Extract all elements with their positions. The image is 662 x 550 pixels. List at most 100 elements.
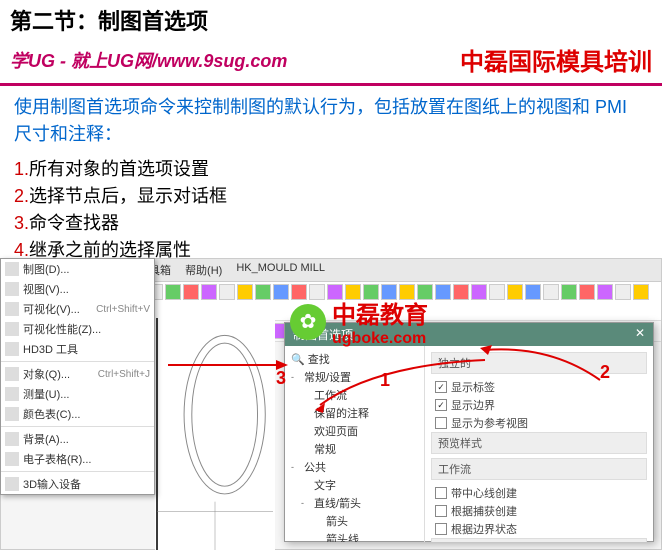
dialog-content: 独立的✓显示标签✓显示边界显示为参考视图预览样式工作流带中心线创建根据捕获创建根… [425,346,653,542]
menu-separator [1,361,154,362]
toolbar-icon[interactable] [489,284,505,300]
vis-icon [5,302,19,316]
toolbar-icon[interactable] [165,284,181,300]
toolbar-icon[interactable] [597,284,613,300]
checkbox[interactable] [435,417,447,429]
hd3d-icon [5,342,19,356]
brand-text: 中磊国际模具培训 [460,42,652,77]
checkbox-label: 显示边界 [451,397,495,413]
watermark-cn: 中磊教育 [332,295,428,330]
tree-item[interactable]: 欢迎页面 [289,422,420,440]
checkbox-label: 根据边界状态 [451,521,517,537]
toolbar-icon[interactable] [237,284,253,300]
checkbox-row[interactable]: 显示为参考视图 [431,414,647,432]
toolbar-icon[interactable] [561,284,577,300]
context-menu: 制图(D)...视图(V)...可视化(V)...Ctrl+Shift+V可视化… [0,258,155,495]
tree-item[interactable]: -常规/设置 [289,368,420,386]
tree-item[interactable]: 保留的注释 [289,404,420,422]
checkbox-row[interactable]: ✓ 显示边界 [431,396,647,414]
view-icon [5,282,19,296]
tree-label: 常规/设置 [304,369,351,385]
menu-item[interactable]: 制图(D)... [1,259,154,279]
checkbox-row[interactable]: ✓ 显示标签 [431,378,647,396]
page-header: 第二节：制图首选项 [0,0,662,40]
tree-label: 箭头线 [326,531,359,542]
toolbar-icon[interactable] [273,284,289,300]
input-icon [5,477,19,491]
menubar-item[interactable]: 帮助(H) [182,261,225,279]
toolbar-icon[interactable] [507,284,523,300]
subheader: 学UG - 就上UG网/www.9sug.com 中磊国际模具培训 [0,40,662,86]
sheet-icon [5,452,19,466]
tree-label: 保留的注释 [314,405,369,421]
toolbar-icon[interactable] [435,284,451,300]
tree-item[interactable]: 文字 [289,476,420,494]
toolbar-icon[interactable] [219,284,235,300]
tree-label: 文字 [314,477,336,493]
checkbox-row[interactable]: 根据边界状态 [431,520,647,538]
menu-label: 可视化性能(Z)... [23,321,150,337]
checkbox[interactable]: ✓ [435,399,447,411]
draft-icon [5,262,19,276]
watermark: ✿ 中磊教育 ugboke.com [290,295,428,348]
tree-item[interactable]: -公共 [289,458,420,476]
tree-label: 常规 [314,441,336,457]
dialog-tree[interactable]: 🔍 查找 -常规/设置工作流保留的注释欢迎页面常规-公共文字-直线/箭头箭头箭头… [285,346,425,542]
toolbar-icon[interactable] [255,284,271,300]
tree-item[interactable]: 箭头 [289,512,420,530]
measure-icon [5,387,19,401]
toolbar-icon[interactable] [615,284,631,300]
watermark-url: ugboke.com [332,330,428,348]
menu-item[interactable]: 电子表格(R)... [1,449,154,469]
checkbox-label: 显示标签 [451,379,495,395]
tree-item[interactable]: -直线/箭头 [289,494,420,512]
toolbar-icon[interactable] [201,284,217,300]
menu-item[interactable]: HD3D 工具 [1,339,154,359]
checkbox[interactable] [435,505,447,517]
menu-label: 测量(U)... [23,386,150,402]
toolbar-icon[interactable] [183,284,199,300]
menu-label: 3D输入设备 [23,476,150,492]
watermark-logo-icon: ✿ [290,304,326,340]
tree-label: 公共 [304,459,326,475]
toolbar-icon[interactable] [579,284,595,300]
page-title: 第二节：制图首选项 [10,4,652,36]
checkbox[interactable] [435,523,447,535]
site-link[interactable]: 学UG - 就上UG网/www.9sug.com [10,47,287,73]
preferences-dialog: 制图首选项 ✕ 🔍 查找 -常规/设置工作流保留的注释欢迎页面常规-公共文字-直… [284,322,654,542]
menu-label: 可视化(V)... [23,301,92,317]
toolbar-icon[interactable] [453,284,469,300]
bg-icon [5,432,19,446]
menu-label: 颜色表(C)... [23,406,150,422]
menubar-item[interactable]: HK_MOULD MILL [233,261,328,279]
perf-icon [5,322,19,336]
menu-item[interactable]: 可视化性能(Z)... [1,319,154,339]
menu-item[interactable]: 测量(U)... [1,384,154,404]
toolbar-icon[interactable] [633,284,649,300]
checkbox[interactable]: ✓ [435,381,447,393]
checkbox-row[interactable]: 带中心线创建 [431,484,647,502]
menu-separator [1,471,154,472]
menu-item[interactable]: 3D输入设备 [1,474,154,494]
menu-label: 电子表格(R)... [23,451,150,467]
tree-label: 箭头 [326,513,348,529]
close-icon[interactable]: ✕ [635,326,645,343]
tree-item[interactable]: 工作流 [289,386,420,404]
tree-item[interactable]: 常规 [289,440,420,458]
menu-shortcut: Ctrl+Shift+V [96,304,150,315]
menu-label: HD3D 工具 [23,341,150,357]
checkbox[interactable] [435,487,447,499]
menu-item[interactable]: 对象(Q)...Ctrl+Shift+J [1,364,154,384]
tree-label: 直线/箭头 [314,495,361,511]
toolbar-icon[interactable] [525,284,541,300]
menu-item[interactable]: 颜色表(C)... [1,404,154,424]
tree-label: 工作流 [314,387,347,403]
obj-icon [5,367,19,381]
toolbar-icon[interactable] [471,284,487,300]
menu-item[interactable]: 可视化(V)... Ctrl+Shift+V [1,299,154,319]
toolbar-icon[interactable] [543,284,559,300]
menu-item[interactable]: 背景(A)... [1,429,154,449]
menu-item[interactable]: 视图(V)... [1,279,154,299]
checkbox-row[interactable]: 根据捕获创建 [431,502,647,520]
tree-item[interactable]: 箭头线 [289,530,420,542]
